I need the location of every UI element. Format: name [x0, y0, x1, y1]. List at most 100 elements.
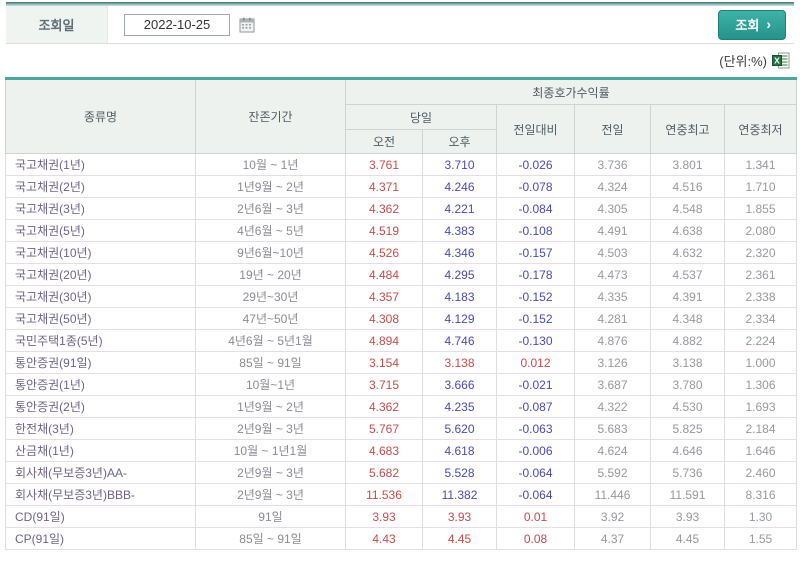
cell-maturity: 10월 ~ 1년: [196, 154, 346, 176]
cell-change: -0.078: [497, 176, 575, 198]
cell-am: 4.371: [346, 176, 423, 198]
cell-maturity: 1년9월 ~ 2년: [196, 396, 346, 418]
cell-change: -0.087: [497, 396, 575, 418]
cell-type: 국고채권(20년): [6, 264, 196, 286]
table-row: 한전채(3년)2년9월 ~ 3년5.7675.620-0.0635.6835.8…: [6, 418, 797, 440]
cell-change: -0.152: [497, 286, 575, 308]
cell-year-low: 1.306: [725, 374, 797, 396]
cell-am: 4.484: [346, 264, 423, 286]
cell-year-high: 4.530: [651, 396, 725, 418]
table-row: 국민주택1종(5년)4년6월 ~ 5년1월4.8944.746-0.1304.8…: [6, 330, 797, 352]
cell-year-high: 4.348: [651, 308, 725, 330]
cell-am: 4.362: [346, 396, 423, 418]
cell-maturity: 47년~50년: [196, 308, 346, 330]
cell-pm: 3.93: [423, 506, 497, 528]
cell-pm: 4.295: [423, 264, 497, 286]
excel-icon-glyph: X: [772, 52, 790, 69]
cell-prev: 4.335: [575, 286, 651, 308]
cell-pm: 3.666: [423, 374, 497, 396]
cell-pm: 4.246: [423, 176, 497, 198]
cell-pm: 4.346: [423, 242, 497, 264]
cell-change: -0.130: [497, 330, 575, 352]
header-group-yield: 최종호가수익률: [346, 79, 797, 105]
cell-prev: 3.126: [575, 352, 651, 374]
calendar-icon[interactable]: [239, 17, 255, 33]
cell-am: 4.362: [346, 198, 423, 220]
cell-prev: 4.281: [575, 308, 651, 330]
yield-table-body: 국고채권(1년)10월 ~ 1년3.7613.710-0.0263.7363.8…: [6, 154, 797, 550]
cell-change: -0.084: [497, 198, 575, 220]
cell-prev: 3.687: [575, 374, 651, 396]
cell-change: -0.108: [497, 220, 575, 242]
header-prev: 전일: [575, 105, 651, 154]
cell-pm: 5.528: [423, 462, 497, 484]
cell-year-high: 3.138: [651, 352, 725, 374]
cell-prev: 4.305: [575, 198, 651, 220]
cell-am: 3.93: [346, 506, 423, 528]
cell-year-high: 4.516: [651, 176, 725, 198]
unit-label: (단위:%): [719, 51, 767, 70]
cell-type: 국고채권(2년): [6, 176, 196, 198]
cell-year-low: 2.338: [725, 286, 797, 308]
cell-year-low: 2.080: [725, 220, 797, 242]
cell-am: 3.154: [346, 352, 423, 374]
chevron-right-icon: ›: [766, 19, 771, 29]
cell-change: -0.152: [497, 308, 575, 330]
table-row: 산금채(1년)10월 ~ 1년1월4.6834.618-0.0064.6244.…: [6, 440, 797, 462]
header-maturity: 잔존기간: [196, 79, 346, 154]
cell-change: -0.021: [497, 374, 575, 396]
cell-maturity: 29년~30년: [196, 286, 346, 308]
table-row: 국고채권(10년)9년6월~10년4.5264.346-0.1574.5034.…: [6, 242, 797, 264]
cell-prev: 4.503: [575, 242, 651, 264]
cell-pm: 4.221: [423, 198, 497, 220]
cell-type: CD(91일): [6, 506, 196, 528]
cell-change: -0.178: [497, 264, 575, 286]
date-input[interactable]: [124, 14, 230, 36]
table-row: 국고채권(1년)10월 ~ 1년3.7613.710-0.0263.7363.8…: [6, 154, 797, 176]
cell-type: 국민주택1종(5년): [6, 330, 196, 352]
table-row: 국고채권(20년)19년 ~ 20년4.4844.295-0.1784.4734…: [6, 264, 797, 286]
table-row: CD(91일)91일3.933.930.013.923.931.30: [6, 506, 797, 528]
cell-year-low: 8.316: [725, 484, 797, 506]
table-row: 회사채(무보증3년)BBB-2년9월 ~ 3년11.53611.382-0.06…: [6, 484, 797, 506]
cell-type: 통안증권(91일): [6, 352, 196, 374]
table-row: 국고채권(5년)4년6월 ~ 5년4.5194.383-0.1084.4914.…: [6, 220, 797, 242]
cell-year-high: 4.646: [651, 440, 725, 462]
cell-prev: 3.736: [575, 154, 651, 176]
header-type: 종류명: [6, 79, 196, 154]
search-button[interactable]: 조회 ›: [718, 10, 786, 40]
cell-am: 4.357: [346, 286, 423, 308]
header-year-low: 연중최저: [725, 105, 797, 154]
cell-pm: 4.383: [423, 220, 497, 242]
cell-prev: 4.37: [575, 528, 651, 550]
cell-change: -0.157: [497, 242, 575, 264]
cell-am: 4.894: [346, 330, 423, 352]
cell-am: 4.308: [346, 308, 423, 330]
cell-pm: 4.235: [423, 396, 497, 418]
cell-year-low: 1.341: [725, 154, 797, 176]
cell-am: 5.682: [346, 462, 423, 484]
search-button-label: 조회: [735, 15, 759, 34]
cell-year-low: 1.55: [725, 528, 797, 550]
cell-type: 회사채(무보증3년)AA-: [6, 462, 196, 484]
cell-am: 3.715: [346, 374, 423, 396]
cell-pm: 4.45: [423, 528, 497, 550]
cell-type: 국고채권(5년): [6, 220, 196, 242]
yield-table: 종류명 잔존기간 최종호가수익률 당일 전일대비 전일 연중최고 연중최저 오전…: [5, 77, 797, 550]
cell-change: 0.012: [497, 352, 575, 374]
header-group-today: 당일: [346, 105, 497, 130]
excel-export-icon[interactable]: X: [772, 52, 790, 69]
cell-year-high: 5.736: [651, 462, 725, 484]
cell-year-high: 3.801: [651, 154, 725, 176]
cell-am: 4.519: [346, 220, 423, 242]
cell-prev: 3.92: [575, 506, 651, 528]
cell-year-low: 2.184: [725, 418, 797, 440]
cell-pm: 3.138: [423, 352, 497, 374]
cell-maturity: 10월~1년: [196, 374, 346, 396]
cell-pm: 4.129: [423, 308, 497, 330]
search-toolbar: 조회일 조회 ›: [6, 6, 794, 44]
cell-type: 한전채(3년): [6, 418, 196, 440]
cell-prev: 5.592: [575, 462, 651, 484]
cell-year-high: 4.638: [651, 220, 725, 242]
cell-maturity: 10월 ~ 1년1월: [196, 440, 346, 462]
